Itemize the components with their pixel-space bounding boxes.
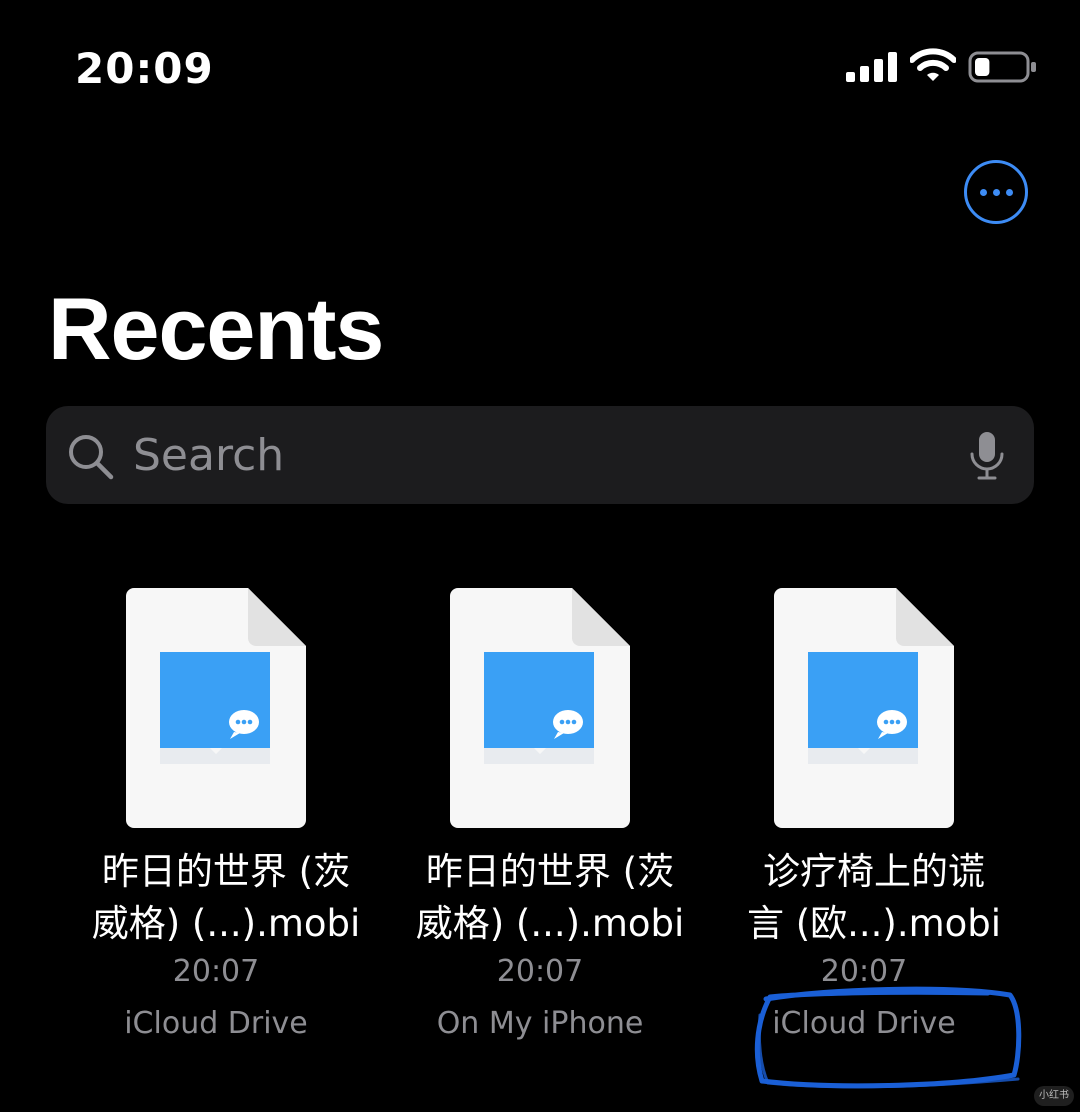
status-time: 20:09	[75, 44, 214, 93]
file-time: 20:07	[172, 954, 260, 989]
more-options-button[interactable]	[964, 160, 1028, 224]
search-input[interactable]	[133, 424, 923, 486]
search-icon	[69, 435, 114, 480]
watermark-logo: 小红书	[1034, 1086, 1074, 1106]
file-time: 20:07	[496, 954, 584, 989]
microphone-icon[interactable]	[968, 430, 1006, 482]
file-time: 20:07	[820, 954, 908, 989]
file-location: On My iPhone	[436, 1006, 644, 1041]
wifi-icon	[910, 48, 956, 81]
file-name: 昨日的世界 (茨 威格) (...).mobi	[415, 850, 685, 945]
more-dot-icon	[1005, 188, 1013, 196]
more-dot-icon	[992, 188, 1000, 196]
cellular-signal-icon	[846, 52, 897, 82]
status-bar: 20:09	[0, 0, 1080, 130]
more-dot-icon	[979, 188, 987, 196]
file-location: iCloud Drive	[124, 1006, 308, 1041]
page-title: Recents	[48, 279, 384, 378]
mobi-document-icon	[450, 588, 630, 828]
mobi-document-icon	[774, 588, 954, 828]
file-location: iCloud Drive	[772, 1006, 956, 1041]
file-name: 昨日的世界 (茨 威格) (...).mobi	[91, 850, 361, 945]
file-name: 诊疗椅上的谎 言 (欧...).mobi	[746, 850, 1002, 945]
battery-icon	[968, 51, 1036, 83]
mobi-document-icon	[126, 588, 306, 828]
